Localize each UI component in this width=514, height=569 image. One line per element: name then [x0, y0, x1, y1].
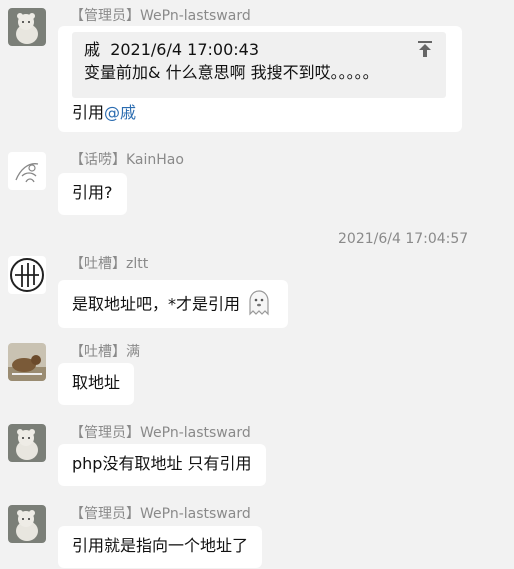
quote-text: 变量前加& 什么意思啊 我搜不到哎。。。。。	[84, 63, 379, 82]
sender-name: 【管理员】WePn-lastsward	[70, 7, 251, 25]
message-bubble[interactable]: 戚 2021/6/4 17:00:43 变量前加& 什么意思啊 我搜不到哎。。。…	[58, 26, 462, 132]
sender-nickname: WePn-lastsward	[140, 506, 251, 522]
sender-badge: 【管理员】	[70, 425, 140, 441]
sender-name: 【吐槽】满	[70, 343, 140, 361]
sketch-avatar-icon[interactable]	[8, 152, 46, 190]
sender-badge: 【话唠】	[70, 152, 126, 168]
dog-photo-avatar-icon[interactable]	[8, 343, 46, 381]
sender-name: 【管理员】WePn-lastsward	[70, 424, 251, 442]
bear-avatar-icon[interactable]	[8, 505, 46, 543]
message-text: php没有取地址 只有引用	[72, 454, 252, 473]
pin-to-top-icon[interactable]	[416, 40, 434, 58]
sender-badge: 【管理员】	[70, 506, 140, 522]
message-bubble[interactable]: 是取地址吧，*才是引用	[58, 280, 289, 328]
message-bubble[interactable]: php没有取地址 只有引用	[58, 444, 266, 486]
sender-name: 【话唠】KainHao	[70, 151, 184, 169]
sender-name: 【吐槽】zltt	[70, 255, 148, 273]
sender-name: 【管理员】WePn-lastsward	[70, 505, 251, 523]
sender-badge: 【吐槽】	[70, 344, 126, 360]
message-text: 取地址	[72, 373, 121, 392]
sender-nickname: zltt	[126, 256, 149, 272]
quoted-message[interactable]: 戚 2021/6/4 17:00:43 变量前加& 什么意思啊 我搜不到哎。。。…	[72, 32, 446, 98]
sender-nickname: 满	[126, 344, 140, 360]
sender-nickname: KainHao	[126, 152, 184, 168]
bear-avatar-icon[interactable]	[8, 424, 46, 462]
mention-link[interactable]: @戚	[104, 103, 136, 122]
ghost-sticker-icon[interactable]	[244, 288, 274, 318]
sender-nickname: WePn-lastsward	[140, 8, 251, 24]
message-text: 引用	[72, 103, 105, 122]
message-text: 引用就是指向一个地址了	[72, 536, 249, 555]
sender-badge: 【吐槽】	[70, 256, 126, 272]
quote-author: 戚	[84, 40, 101, 59]
message-text: 引用?	[72, 183, 113, 202]
sender-badge: 【管理员】	[70, 8, 140, 24]
sender-nickname: WePn-lastsward	[140, 425, 251, 441]
bear-avatar-icon[interactable]	[8, 8, 46, 46]
timestamp: 2021/6/4 17:04:57	[338, 231, 469, 247]
message-bubble[interactable]: 引用?	[58, 173, 127, 215]
message-bubble[interactable]: 引用就是指向一个地址了	[58, 526, 263, 568]
circle-logo-avatar-icon[interactable]	[8, 256, 46, 294]
quote-time: 2021/6/4 17:00:43	[110, 40, 259, 59]
message-bubble[interactable]: 取地址	[58, 363, 135, 405]
message-text: 是取地址吧，*才是引用	[72, 294, 241, 314]
